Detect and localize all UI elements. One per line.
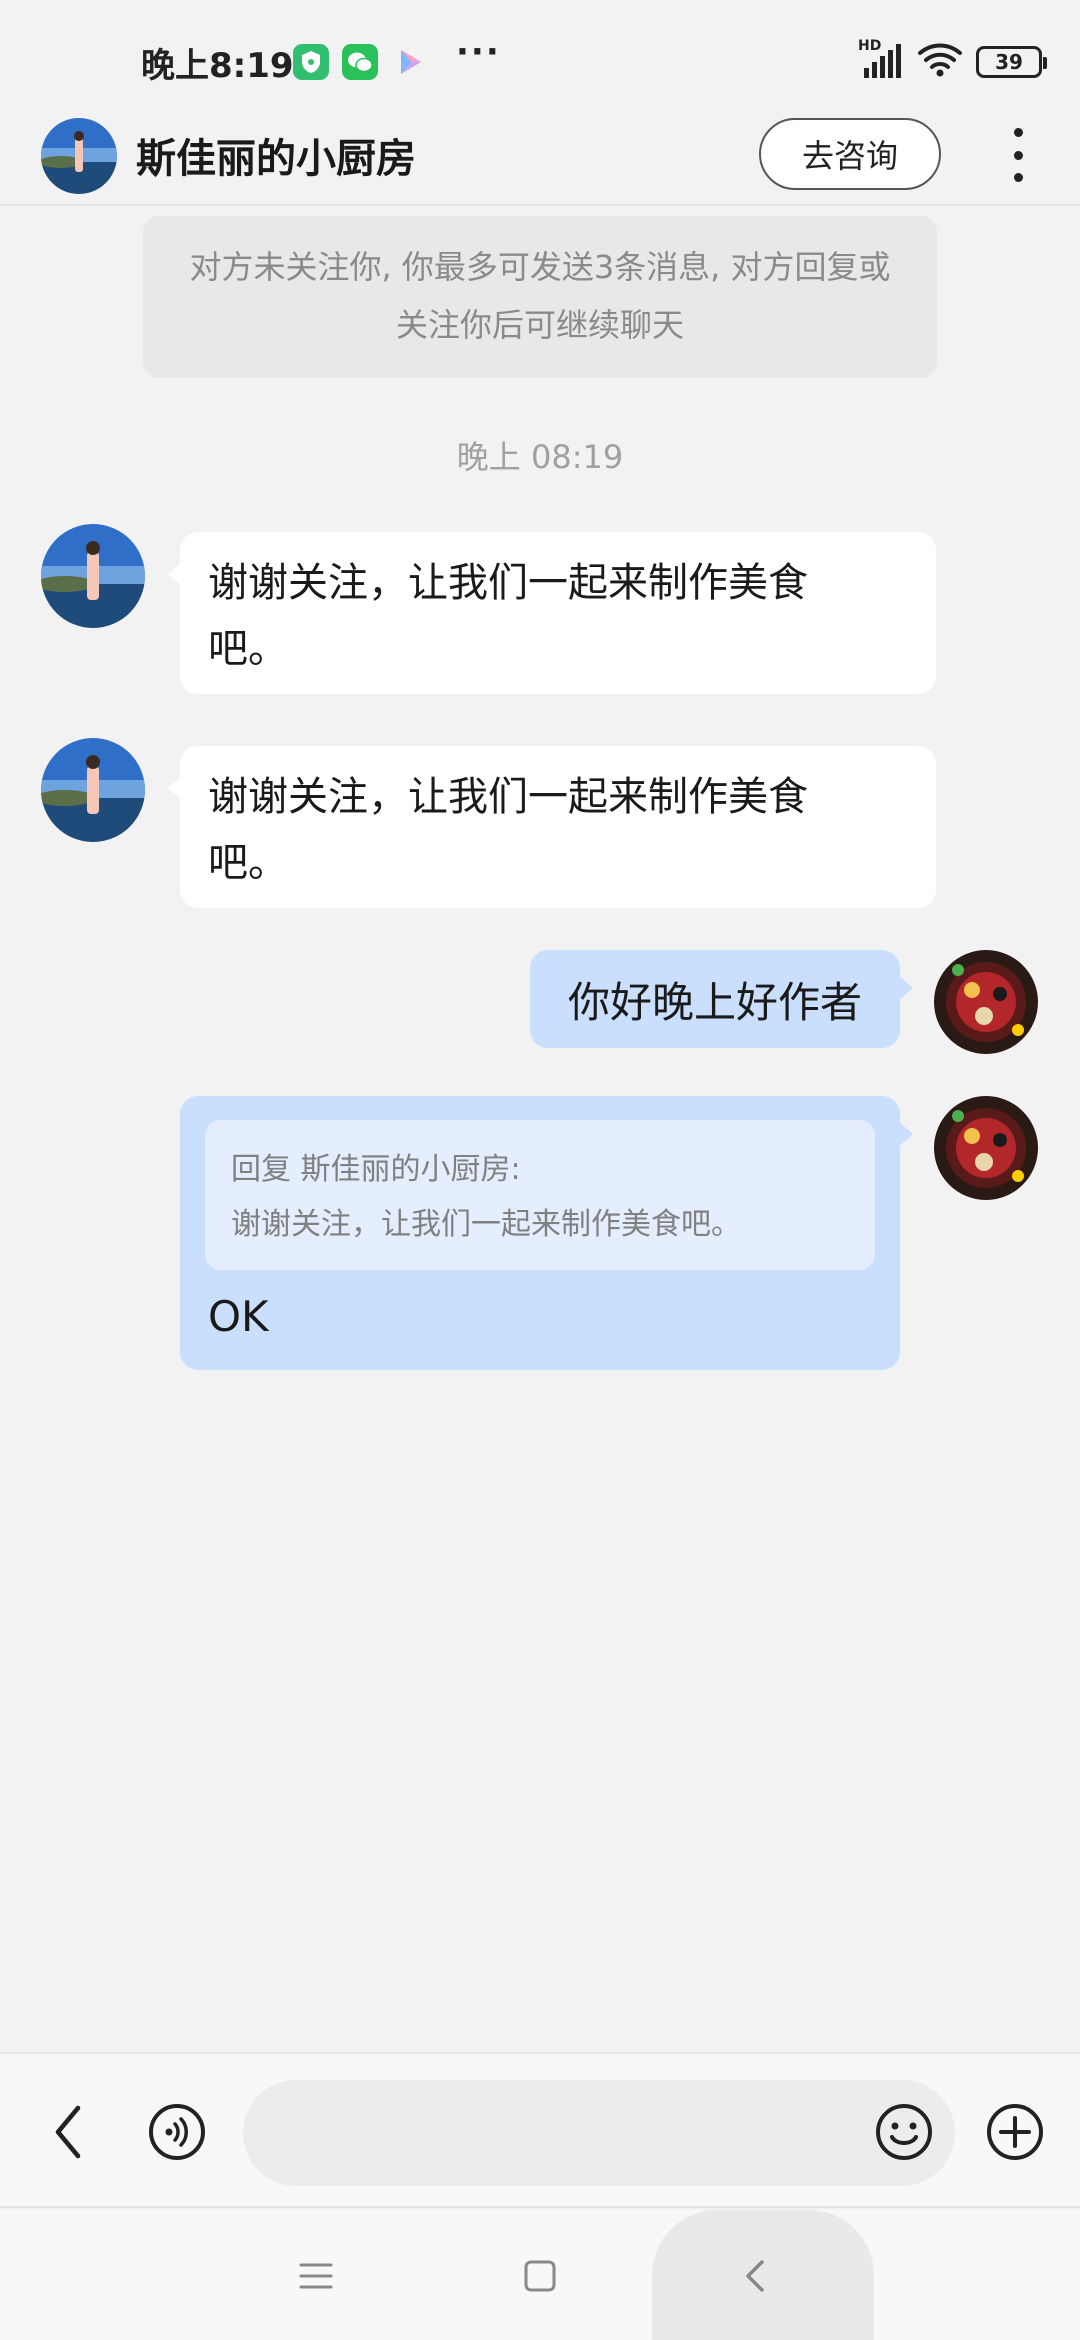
status-right-group: HD 39 xyxy=(858,38,1047,84)
message-text: OK xyxy=(208,1292,269,1341)
wifi-icon xyxy=(918,43,962,81)
play-store-icon xyxy=(392,44,428,80)
more-vertical-icon[interactable] xyxy=(1000,122,1036,188)
message-input-bar xyxy=(0,2052,1080,2208)
message-text: 你好晚上好作者 xyxy=(567,977,862,1027)
status-more-dots: ··· xyxy=(456,32,501,72)
message-text-line: 吧。 xyxy=(208,626,288,672)
sender-avatar[interactable] xyxy=(41,524,145,628)
quote-header: 回复 斯佳丽的小厨房: xyxy=(231,1152,521,1187)
outgoing-reply-message[interactable]: 回复 斯佳丽的小厨房: 谢谢关注，让我们一起来制作美食吧。 OK xyxy=(180,1096,913,1370)
message-input[interactable] xyxy=(243,2080,955,2186)
wechat-app-icon xyxy=(342,44,378,80)
nav-back-pill[interactable] xyxy=(652,2210,874,2340)
follow-notice: 对方未关注你, 你最多可发送3条消息, 对方回复或关注你后可继续聊天 xyxy=(143,216,937,378)
back-arrow-icon[interactable] xyxy=(40,2100,96,2164)
voice-icon[interactable] xyxy=(147,2102,207,2162)
quote-text: 谢谢关注，让我们一起来制作美食吧。 xyxy=(231,1207,741,1242)
incoming-message[interactable]: 谢谢关注，让我们一起来制作美食 吧。 xyxy=(168,532,936,694)
message-text-line: 谢谢关注，让我们一起来制作美食 xyxy=(208,560,808,606)
status-bar: 晚上8:19 ··· HD 39 xyxy=(0,0,1080,118)
menu-icon[interactable] xyxy=(296,2256,336,2296)
battery-level: 39 xyxy=(995,50,1023,74)
nav-back-icon xyxy=(742,2258,768,2298)
incoming-message[interactable]: 谢谢关注，让我们一起来制作美食 吧。 xyxy=(168,746,936,908)
consult-button[interactable]: 去咨询 xyxy=(759,118,941,190)
emoji-icon[interactable] xyxy=(874,2102,934,2162)
chat-header: 斯佳丽的小厨房 去咨询 xyxy=(0,118,1080,206)
contact-avatar[interactable] xyxy=(41,118,117,194)
battery-icon: 39 xyxy=(976,46,1047,78)
message-text-line: 吧。 xyxy=(208,840,288,886)
chat-title: 斯佳丽的小厨房 xyxy=(136,136,416,182)
plus-icon[interactable] xyxy=(985,2102,1045,2162)
quoted-message[interactable]: 回复 斯佳丽的小厨房: 谢谢关注，让我们一起来制作美食吧。 xyxy=(205,1120,875,1270)
signal-icon: HD xyxy=(858,38,904,80)
system-nav-bar xyxy=(0,2210,1080,2340)
my-avatar[interactable] xyxy=(934,950,1038,1054)
outgoing-message[interactable]: 你好晚上好作者 xyxy=(530,950,913,1048)
shield-app-icon xyxy=(293,44,329,80)
sender-avatar[interactable] xyxy=(41,738,145,842)
home-icon[interactable] xyxy=(520,2256,560,2296)
message-timestamp: 晚上 08:19 xyxy=(456,438,624,476)
message-text-line: 谢谢关注，让我们一起来制作美食 xyxy=(208,774,808,820)
my-avatar[interactable] xyxy=(934,1096,1038,1200)
status-time: 晚上8:19 xyxy=(141,46,294,86)
